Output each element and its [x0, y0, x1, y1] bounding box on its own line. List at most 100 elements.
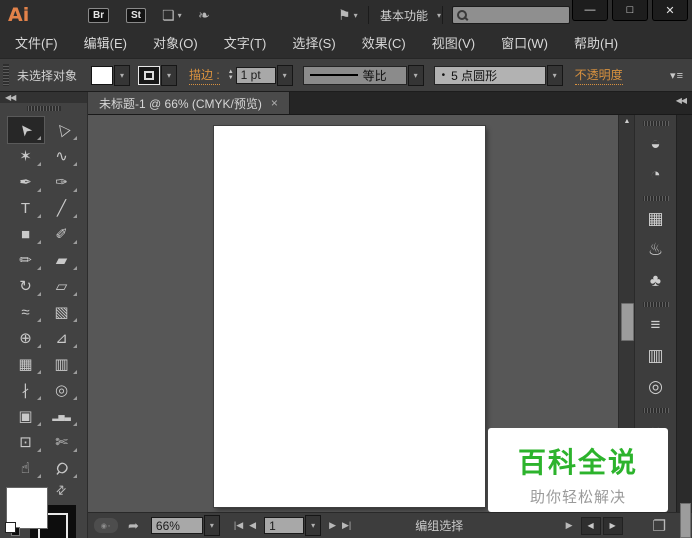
last-artboard-button[interactable]: ▶| — [342, 520, 351, 531]
menu-item[interactable]: 文字(T) — [211, 30, 280, 58]
zoom-level-input[interactable]: 66% — [151, 517, 203, 534]
panel-grip[interactable] — [3, 64, 9, 86]
color-guide-panel-icon[interactable]: ◔ — [635, 159, 676, 190]
document-tab[interactable]: 未标题-1 @ 66% (CMYK/预览) × — [88, 92, 290, 114]
zoom-tool[interactable]: Ϙ — [44, 455, 80, 481]
scrollbar-thumb[interactable] — [621, 303, 634, 341]
notifications-button[interactable]: ⚑ ▾ — [338, 0, 358, 30]
menu-item[interactable]: 视图(V) — [419, 30, 488, 58]
tab-close-icon[interactable]: × — [271, 96, 278, 110]
magic-wand-tool[interactable]: ✶ — [8, 143, 44, 169]
rectangle-tool[interactable]: ■ — [8, 221, 44, 247]
mesh-tool[interactable]: ▦ — [8, 351, 44, 377]
zoom-level-dropdown[interactable]: ▾ — [204, 515, 220, 536]
stroke-width-stepper[interactable]: ▲ ▼ — [228, 69, 234, 81]
panel-grip[interactable] — [643, 408, 669, 413]
menu-item[interactable]: 对象(O) — [140, 30, 211, 58]
curvature-pen-tool[interactable]: ✑ — [44, 169, 80, 195]
scale-tool[interactable]: ▱ — [44, 273, 80, 299]
stroke-panel-link[interactable]: 描边 : — [189, 66, 220, 85]
line-segment-tool[interactable]: ╱ — [44, 195, 80, 221]
symbols-panel-icon[interactable]: ♣ — [635, 265, 676, 296]
menu-item[interactable]: 编辑(E) — [71, 30, 140, 58]
gradient-panel-icon[interactable]: ▥ — [635, 340, 676, 371]
shape-builder-tool[interactable]: ⊕ — [8, 325, 44, 351]
status-panel-arrow[interactable]: ▶ — [566, 520, 573, 531]
tools-collapse-icon[interactable]: ◀◀ — [5, 93, 15, 102]
scroll-up-icon[interactable]: ▲ — [619, 118, 635, 125]
swatches-panel-icon[interactable]: ▦ — [635, 203, 676, 234]
selection-tool[interactable]: ➤ — [8, 117, 44, 143]
fill-color-dropdown[interactable]: ▾ — [114, 65, 130, 86]
stock-button[interactable]: St — [126, 0, 146, 30]
stroke-width-dropdown[interactable]: ▾ — [277, 65, 293, 86]
paintbrush-tool[interactable]: ✐ — [44, 221, 80, 247]
previous-artboard-button[interactable]: ◀ — [249, 520, 256, 531]
stroke-panel-icon[interactable]: ≡ — [635, 309, 676, 340]
brushes-panel-icon[interactable]: ♨ — [635, 234, 676, 265]
hand-tool[interactable]: ☝ — [8, 455, 44, 481]
next-artboard-button[interactable]: ▶ — [329, 520, 336, 531]
menu-item[interactable]: 帮助(H) — [561, 30, 631, 58]
dock-scrollbar-thumb[interactable] — [680, 503, 691, 538]
artboard[interactable] — [214, 126, 485, 507]
artboard-number-input[interactable]: 1 — [264, 517, 304, 534]
brush-dropdown[interactable]: ▾ — [547, 65, 563, 86]
symbol-sprayer-tool[interactable]: ▣ — [8, 403, 44, 429]
free-transform-tool[interactable]: ▧ — [44, 299, 80, 325]
width-tool[interactable]: ≈ — [8, 299, 44, 325]
fill-color-swatch[interactable] — [91, 66, 113, 85]
gradient-tool[interactable]: ▥ — [44, 351, 80, 377]
bridge-button[interactable]: Br — [88, 0, 109, 30]
panel-grip[interactable] — [643, 302, 669, 307]
menu-item[interactable]: 选择(S) — [279, 30, 348, 58]
swap-fill-stroke-icon[interactable]: ⇄ — [53, 481, 70, 498]
column-graph-tool[interactable]: ▂▅▃ — [44, 403, 80, 429]
blend-tool[interactable]: ◎ — [44, 377, 80, 403]
close-button[interactable]: ✕ — [652, 0, 688, 21]
stroke-profile-select[interactable]: 等比 — [303, 66, 407, 85]
menu-item[interactable]: 文件(F) — [2, 30, 71, 58]
stroke-color-dropdown[interactable]: ▾ — [161, 65, 177, 86]
artboard-navigation-icon[interactable]: ❐ — [653, 517, 666, 535]
lasso-tool[interactable]: ∿ — [44, 143, 80, 169]
minimize-button[interactable]: — — [572, 0, 608, 21]
search-input[interactable] — [471, 8, 565, 22]
slice-tool[interactable]: ✄ — [44, 429, 80, 455]
stroke-width-input[interactable]: 1 pt — [236, 67, 276, 84]
workspace-switcher[interactable]: 基本功能 ▾ — [380, 0, 441, 30]
type-tool[interactable]: T — [8, 195, 44, 221]
eyedropper-tool[interactable]: ∤ — [8, 377, 44, 403]
stroke-color-swatch[interactable] — [138, 66, 160, 85]
direct-selection-tool[interactable]: ▷ — [44, 117, 80, 143]
panel-grip[interactable] — [27, 106, 61, 111]
artboard-tool[interactable]: ⊡ — [8, 429, 44, 455]
maximize-button[interactable]: □ — [612, 0, 648, 21]
scroll-tabs-right-button[interactable]: ▶ — [603, 517, 623, 535]
transparency-panel-icon[interactable]: ◎ — [635, 371, 676, 402]
search-box[interactable] — [452, 6, 570, 24]
panel-grip[interactable] — [643, 196, 669, 201]
arrange-documents-button[interactable]: ❏ ▾ — [162, 0, 182, 30]
rotate-tool[interactable]: ↻ — [8, 273, 44, 299]
export-share-icon[interactable]: ➦ — [128, 518, 139, 534]
dock-collapse-icon[interactable]: ◀◀ — [676, 96, 686, 105]
scroll-tabs-left-button[interactable]: ◀ — [581, 517, 601, 535]
control-panel-menu-icon[interactable]: ▾≡ — [670, 69, 684, 82]
brush-select[interactable]: • 5 点圆形 — [434, 66, 546, 85]
menu-item[interactable]: 效果(C) — [349, 30, 419, 58]
default-fill-stroke-icon[interactable] — [5, 522, 21, 535]
preview-toggle-icon[interactable]: ◉◦ — [94, 518, 118, 533]
panel-grip[interactable] — [643, 121, 669, 126]
pencil-tool[interactable]: ✏ — [8, 247, 44, 273]
pen-tool[interactable]: ✒ — [8, 169, 44, 195]
color-panel-icon[interactable]: ◒ — [635, 128, 676, 159]
perspective-grid-tool[interactable]: ⊿ — [44, 325, 80, 351]
first-artboard-button[interactable]: |◀ — [234, 520, 243, 531]
menu-item[interactable]: 窗口(W) — [488, 30, 561, 58]
stroke-profile-dropdown[interactable]: ▾ — [408, 65, 424, 86]
artboard-number-dropdown[interactable]: ▾ — [305, 515, 321, 536]
opacity-panel-link[interactable]: 不透明度 — [575, 66, 623, 85]
cs-live-button[interactable]: ❧ — [198, 0, 210, 30]
eraser-tool[interactable]: ▰ — [44, 247, 80, 273]
